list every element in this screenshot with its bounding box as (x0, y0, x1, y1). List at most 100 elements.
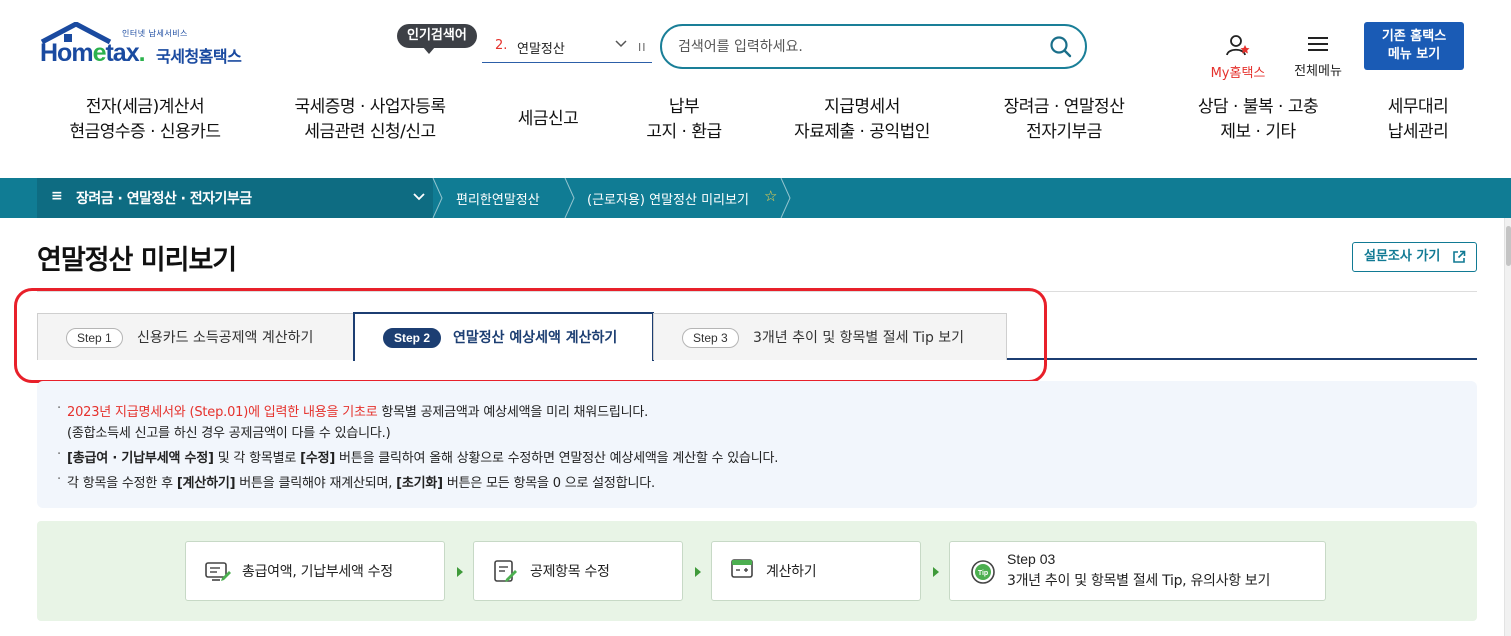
logo-korean-name: 국세청홈택스 (156, 47, 242, 66)
nav-item-line1: 세금신고 (517, 109, 579, 129)
step-badge: Step 3 (682, 328, 739, 348)
notice-line-3: · 각 항목을 수정한 후 [계산하기] 버튼을 클릭해야 재계산되며, [초기… (57, 472, 655, 491)
nav-item-line1: 전자(세금)계산서 (85, 97, 205, 117)
notice-line-1: · 2023년 지급명세서와 (Step.01)에 입력한 내용을 기초로 항목… (57, 401, 649, 420)
notice-bold: [수정] (300, 451, 336, 466)
flow-step-tips[interactable]: Tip Step 03 3개년 추이 및 항목별 절세 Tip, 유의사항 보기 (949, 541, 1326, 601)
tab-label: 신용카드 소득공제액 계산하기 (137, 330, 314, 346)
monitor-edit-icon (205, 562, 231, 581)
calculator-icon (731, 559, 753, 578)
nav-item-line1: 납부 (668, 97, 700, 117)
tab-step3[interactable]: Step 3 3개년 추이 및 항목별 절세 Tip 보기 (653, 313, 1007, 360)
nav-item-tax-return[interactable]: 세금신고 (510, 107, 586, 132)
chevron-down-icon[interactable] (412, 191, 426, 203)
notice-box: · 2023년 지급명세서와 (Step.01)에 입력한 내용을 기초로 항목… (37, 381, 1477, 508)
breadcrumb-separator-icon (780, 178, 791, 218)
flow-step-label: 총급여액, 기납부세액 수정 (242, 564, 393, 580)
nav-item-line2: 전자기부금 (1026, 122, 1102, 142)
nav-item-consultation[interactable]: 상담 · 불복 · 고충 제보 · 기타 (1188, 95, 1328, 145)
tab-label: 3개년 추이 및 항목별 절세 Tip 보기 (753, 330, 965, 346)
flow-arrow-icon (695, 567, 701, 577)
star-icon[interactable]: ☆ (764, 187, 777, 205)
nav-item-line2: 납세관리 (1387, 122, 1449, 142)
user-icon (1226, 35, 1250, 56)
notice-bold: [총급여 · 기납부세액 수정] (67, 451, 214, 466)
step-badge: Step 1 (66, 328, 123, 348)
popular-search-select[interactable]: 2. 연말정산 II (482, 32, 652, 63)
nav-item-payment-statements[interactable]: 지급명세서 자료제출 · 공익법인 (784, 95, 940, 145)
breadcrumb: ≡ 장려금 · 연말정산 · 전자기부금 편리한연말정산 (근로자용) 연말정산… (0, 178, 1511, 218)
hometax-logo[interactable]: 인터넷 납세서비스 Hometax. 국세청홈택스 (38, 22, 253, 76)
process-flow: 총급여액, 기납부세액 수정 공제항목 수정 계산하기 Tip Step 03 … (37, 521, 1477, 621)
notice-line-2: · [총급여 · 기납부세액 수정] 및 각 항목별로 [수정] 버튼을 클릭하… (57, 447, 779, 466)
survey-button[interactable]: 설문조사 가기 (1352, 242, 1477, 272)
nav-item-line1: 장려금 · 연말정산 (1003, 97, 1125, 117)
page-title: 연말정산 미리보기 (37, 245, 237, 276)
tip-badge-text: Tip (978, 570, 988, 577)
notice-bold: [초기화] (396, 476, 443, 491)
notice-text: 버튼은 모든 항목을 0 으로 설정합니다. (442, 476, 655, 491)
document-edit-icon (494, 560, 517, 582)
page-scrollbar[interactable] (1504, 218, 1511, 636)
chevron-down-icon[interactable] (614, 39, 628, 49)
logo-hometax-text: Hometax. (40, 39, 146, 67)
notice-text: (종합소득세 신고를 하신 경우 공제금액이 다를 수 있습니다.) (67, 426, 391, 441)
nav-item-certificates[interactable]: 국세증명 · 사업자등록 세금관련 신청/신고 (284, 95, 456, 145)
nav-item-line2: 자료제출 · 공익법인 (794, 122, 930, 142)
nav-item-line1: 상담 · 불복 · 고충 (1197, 97, 1319, 117)
nav-item-e-invoice[interactable]: 전자(세금)계산서 현금영수증 · 신용카드 (62, 95, 228, 145)
flow-step-label: 3개년 추이 및 항목별 절세 Tip, 유의사항 보기 (1007, 573, 1271, 589)
nav-item-payment[interactable]: 납부 고지 · 환급 (636, 95, 732, 145)
all-menu-button[interactable]: 전체메뉴 (1290, 36, 1346, 79)
popular-keyword[interactable]: 연말정산 (517, 38, 565, 57)
notice-highlight: 2023년 지급명세서와 (Step.01)에 입력한 내용을 기초로 (67, 405, 378, 420)
flow-step-label: 계산하기 (766, 564, 817, 580)
survey-button-label: 설문조사 가기 (1364, 249, 1441, 264)
pause-icon[interactable]: II (638, 41, 647, 54)
nav-item-line2: 세금관련 신청/신고 (304, 122, 436, 142)
old-hometax-menu-button[interactable]: 기존 홈택스 메뉴 보기 (1364, 22, 1464, 70)
nav-item-line1: 지급명세서 (824, 97, 900, 117)
nav-item-line1: 국세증명 · 사업자등록 (294, 97, 446, 117)
all-menu-label: 전체메뉴 (1294, 64, 1342, 79)
search-icon[interactable] (1049, 35, 1073, 59)
nav-item-line2: 고지 · 환급 (646, 122, 722, 142)
notice-text: 버튼을 클릭해야 재계산되며, (235, 476, 397, 491)
my-hometax-label: My홈택스 (1210, 66, 1266, 81)
nav-item-line1: 세무대리 (1387, 97, 1449, 117)
search-input[interactable] (678, 35, 1038, 59)
scrollbar-thumb[interactable] (1506, 226, 1511, 266)
search-box (660, 24, 1087, 69)
logo-tagline: 인터넷 납세서비스 (122, 29, 188, 38)
breadcrumb-item-convenient-settlement[interactable]: 편리한연말정산 (456, 189, 540, 208)
flow-arrow-icon (457, 567, 463, 577)
old-menu-line2: 메뉴 보기 (1387, 47, 1441, 62)
external-link-icon (1453, 250, 1466, 263)
popular-rank: 2. (495, 38, 508, 53)
nav-item-line2: 제보 · 기타 (1220, 122, 1296, 142)
menu-lines-icon[interactable]: ≡ (51, 188, 63, 204)
step-badge: Step 2 (383, 328, 442, 348)
notice-text: 각 항목을 수정한 후 (67, 476, 177, 491)
tab-label: 연말정산 예상세액 계산하기 (453, 330, 618, 346)
breadcrumb-item-preview[interactable]: (근로자용) 연말정산 미리보기 (587, 189, 749, 208)
nav-item-year-end-settlement[interactable]: 장려금 · 연말정산 전자기부금 (994, 95, 1134, 145)
notice-text: 버튼을 클릭하여 올해 상황으로 수정하면 연말정산 예상세액을 계산할 수 있… (335, 451, 779, 466)
flow-step-calculate[interactable]: 계산하기 (711, 541, 921, 601)
title-divider (37, 291, 1477, 292)
flow-step-edit-salary[interactable]: 총급여액, 기납부세액 수정 (185, 541, 445, 601)
bullet-icon: · (57, 472, 61, 487)
breadcrumb-main[interactable]: 장려금 · 연말정산 · 전자기부금 (76, 188, 252, 208)
flow-step-label: 공제항목 수정 (530, 564, 610, 580)
notice-line-1b: (종합소득세 신고를 하신 경우 공제금액이 다를 수 있습니다.) (67, 422, 391, 441)
breadcrumb-separator-icon (564, 178, 575, 218)
popular-search-badge: 인기검색어 (397, 24, 477, 54)
bullet-icon: · (57, 447, 61, 462)
my-hometax-button[interactable]: My홈택스 (1206, 34, 1270, 81)
notice-text: 항목별 공제금액과 예상세액을 미리 채워드립니다. (377, 405, 649, 420)
bullet-icon: · (57, 401, 61, 416)
nav-item-tax-agent[interactable]: 세무대리 납세관리 (1378, 95, 1458, 145)
flow-step-edit-deductions[interactable]: 공제항목 수정 (473, 541, 683, 601)
tab-step2[interactable]: Step 2 연말정산 예상세액 계산하기 (353, 312, 654, 361)
tab-step1[interactable]: Step 1 신용카드 소득공제액 계산하기 (37, 313, 354, 360)
